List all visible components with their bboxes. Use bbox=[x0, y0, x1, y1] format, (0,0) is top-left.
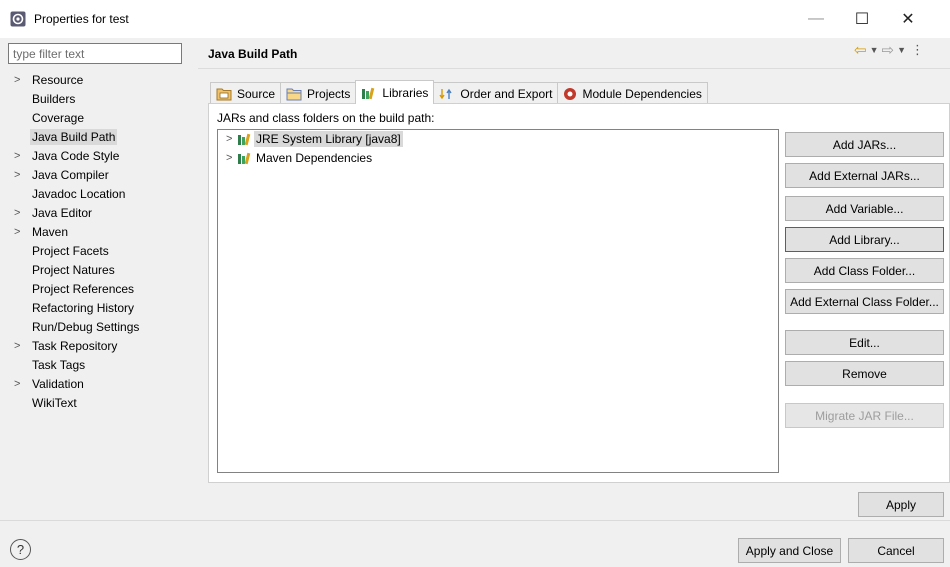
tab-projects[interactable]: Projects bbox=[280, 82, 357, 104]
build-path-tabs: Source Projects Libraries Order and Expo… bbox=[210, 80, 708, 104]
tree-item-coverage[interactable]: Coverage bbox=[8, 109, 188, 128]
maximize-button[interactable]: ☐ bbox=[842, 6, 882, 32]
tree-item-project-references[interactable]: Project References bbox=[8, 280, 188, 299]
source-folder-icon bbox=[216, 88, 232, 100]
chevron-right-icon[interactable]: > bbox=[14, 375, 20, 394]
add-library-button[interactable]: Add Library... bbox=[785, 227, 944, 252]
tree-item-javadoc-location[interactable]: Javadoc Location bbox=[8, 185, 188, 204]
footer-divider bbox=[0, 520, 950, 521]
add-jars-button[interactable]: Add JARs... bbox=[785, 132, 944, 157]
apply-and-close-button[interactable]: Apply and Close bbox=[738, 538, 841, 563]
library-item-maven-dependencies[interactable]: > Maven Dependencies bbox=[218, 149, 778, 168]
tree-item-builders[interactable]: Builders bbox=[8, 90, 188, 109]
order-export-icon bbox=[439, 88, 453, 99]
library-icon bbox=[238, 133, 251, 146]
apply-button[interactable]: Apply bbox=[858, 492, 944, 517]
minimize-button[interactable]: — bbox=[796, 6, 836, 32]
window-title: Properties for test bbox=[34, 12, 129, 26]
chevron-right-icon[interactable]: > bbox=[14, 71, 20, 90]
tree-item-refactoring-history[interactable]: Refactoring History bbox=[8, 299, 188, 318]
chevron-right-icon[interactable]: > bbox=[14, 223, 20, 242]
eclipse-properties-icon bbox=[10, 11, 26, 27]
chevron-right-icon[interactable]: > bbox=[14, 337, 20, 356]
help-icon[interactable]: ? bbox=[10, 539, 31, 560]
chevron-right-icon[interactable]: > bbox=[226, 130, 232, 149]
tab-module-dependencies[interactable]: Module Dependencies bbox=[557, 82, 708, 104]
migrate-jar-button[interactable]: Migrate JAR File... bbox=[785, 403, 944, 428]
page-title: Java Build Path bbox=[208, 47, 298, 61]
library-icon bbox=[238, 152, 251, 165]
tree-item-resource[interactable]: > Resource bbox=[8, 71, 188, 90]
history-navigation: ⇦ ▼ ⇨ ▼ ⋮ bbox=[854, 41, 924, 59]
add-external-class-folder-button[interactable]: Add External Class Folder... bbox=[785, 289, 944, 314]
libraries-icon bbox=[362, 87, 375, 99]
tree-item-maven[interactable]: > Maven bbox=[8, 223, 188, 242]
library-item-jre[interactable]: > JRE System Library [java8] bbox=[218, 130, 778, 149]
tab-libraries[interactable]: Libraries bbox=[355, 80, 435, 104]
tree-item-java-editor[interactable]: > Java Editor bbox=[8, 204, 188, 223]
tree-item-project-facets[interactable]: Project Facets bbox=[8, 242, 188, 261]
tree-item-java-build-path[interactable]: Java Build Path bbox=[8, 128, 188, 147]
tab-order-and-export[interactable]: Order and Export bbox=[433, 82, 559, 104]
close-button[interactable]: ✕ bbox=[888, 6, 928, 32]
filter-input[interactable] bbox=[8, 43, 182, 64]
header-divider bbox=[198, 68, 950, 69]
tree-item-project-natures[interactable]: Project Natures bbox=[8, 261, 188, 280]
tree-item-run-debug-settings[interactable]: Run/Debug Settings bbox=[8, 318, 188, 337]
projects-folder-icon bbox=[286, 88, 302, 100]
chevron-right-icon[interactable]: > bbox=[14, 147, 20, 166]
edit-button[interactable]: Edit... bbox=[785, 330, 944, 355]
tree-item-wikitext[interactable]: WikiText bbox=[8, 394, 188, 413]
tree-item-task-repository[interactable]: > Task Repository bbox=[8, 337, 188, 356]
library-tree[interactable]: > JRE System Library [java8] > Maven Dep… bbox=[217, 129, 779, 473]
forward-dropdown-icon[interactable]: ▼ bbox=[897, 45, 906, 55]
tab-source[interactable]: Source bbox=[210, 82, 282, 104]
tree-item-java-code-style[interactable]: > Java Code Style bbox=[8, 147, 188, 166]
tree-item-validation[interactable]: > Validation bbox=[8, 375, 188, 394]
module-dependencies-icon bbox=[564, 87, 577, 100]
add-variable-button[interactable]: Add Variable... bbox=[785, 196, 944, 221]
remove-button[interactable]: Remove bbox=[785, 361, 944, 386]
back-dropdown-icon[interactable]: ▼ bbox=[870, 45, 879, 55]
back-arrow-icon[interactable]: ⇦ bbox=[854, 41, 867, 59]
tree-item-task-tags[interactable]: Task Tags bbox=[8, 356, 188, 375]
add-class-folder-button[interactable]: Add Class Folder... bbox=[785, 258, 944, 283]
chevron-right-icon[interactable]: > bbox=[14, 204, 20, 223]
section-label: JARs and class folders on the build path… bbox=[217, 111, 435, 125]
view-menu-icon[interactable]: ⋮ bbox=[911, 42, 924, 58]
forward-arrow-icon[interactable]: ⇨ bbox=[882, 41, 895, 59]
cancel-button[interactable]: Cancel bbox=[848, 538, 944, 563]
add-external-jars-button[interactable]: Add External JARs... bbox=[785, 163, 944, 188]
title-bar: Properties for test — ☐ ✕ bbox=[0, 0, 950, 38]
property-page-tree: > Resource Builders Coverage Java Build P… bbox=[8, 71, 188, 413]
tree-item-java-compiler[interactable]: > Java Compiler bbox=[8, 166, 188, 185]
chevron-right-icon[interactable]: > bbox=[226, 149, 232, 168]
chevron-right-icon[interactable]: > bbox=[14, 166, 20, 185]
